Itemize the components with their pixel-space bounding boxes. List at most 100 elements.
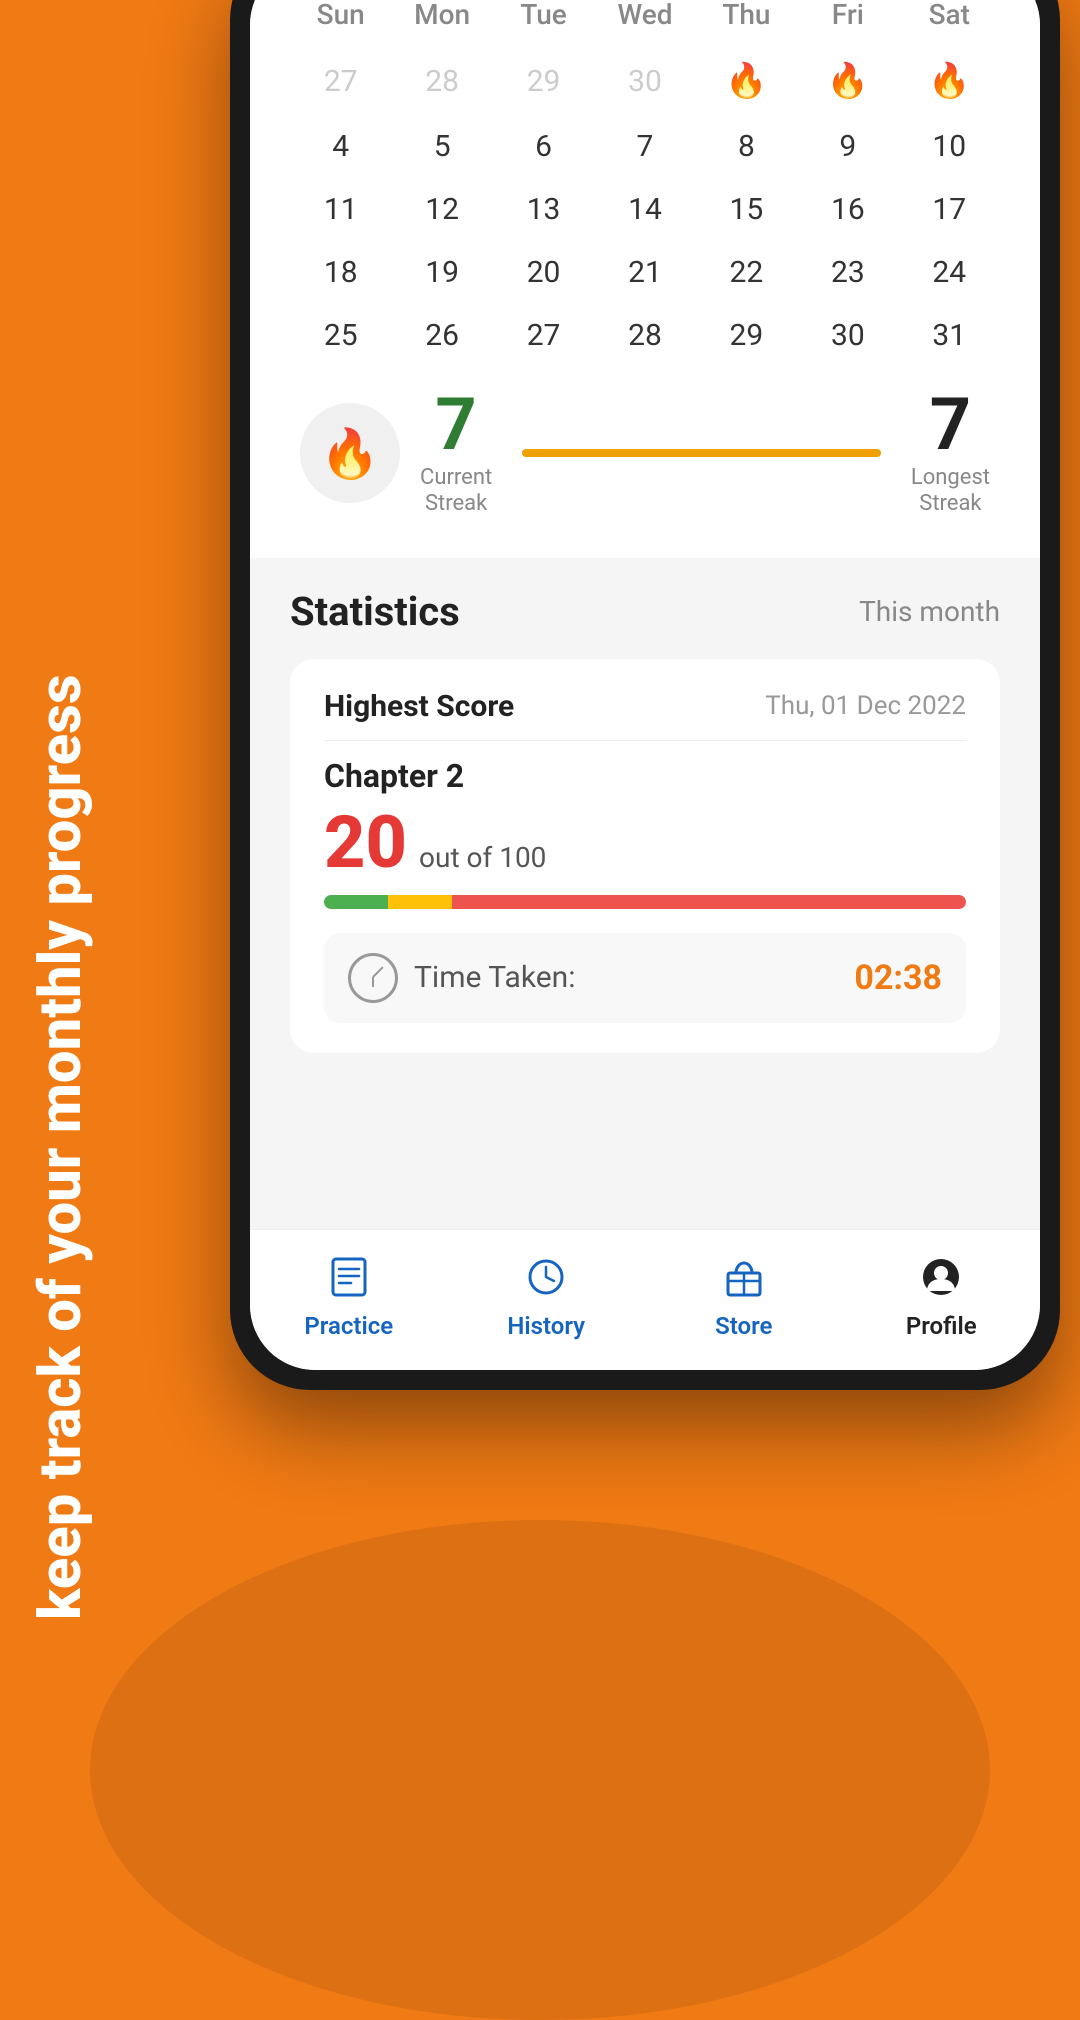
- cal-cell: 22: [696, 243, 797, 302]
- nav-label-store: Store: [715, 1312, 772, 1340]
- cal-cell: 29: [696, 306, 797, 365]
- nav-label-profile: Profile: [906, 1312, 977, 1340]
- cal-cell: 30: [797, 306, 898, 365]
- day-header-thu: Thu: [696, 0, 797, 39]
- cal-cell: 5: [391, 117, 492, 176]
- score-out-of: out of 100: [419, 841, 546, 874]
- stats-header: Statistics This month: [290, 588, 1000, 635]
- nav-label-history: History: [507, 1312, 585, 1340]
- time-taken-row: Time Taken: 02:38: [324, 933, 966, 1023]
- score-bar-red: [452, 895, 966, 909]
- calendar-row-4: 18 19 20 21 22 23 24: [290, 243, 1000, 302]
- phone-screen: Sun Mon Tue Wed Thu Fri Sat 27 28 29 30 …: [250, 0, 1040, 1370]
- cal-cell: 16: [797, 180, 898, 239]
- clock-icon: [348, 953, 398, 1003]
- score-big-number: 20: [324, 807, 407, 879]
- score-bar-yellow: [388, 895, 452, 909]
- day-header-fri: Fri: [797, 0, 898, 39]
- calendar-grid: Sun Mon Tue Wed Thu Fri Sat 27 28 29 30 …: [290, 0, 1000, 528]
- spacer: [250, 1083, 1040, 1229]
- cal-cell: 25: [290, 306, 391, 365]
- cal-cell: 31: [899, 306, 1000, 365]
- score-card-header: Highest Score Thu, 01 Dec 2022: [324, 689, 966, 741]
- profile-icon: [914, 1250, 968, 1304]
- day-header-sat: Sat: [899, 0, 1000, 39]
- time-taken-left: Time Taken:: [348, 953, 575, 1003]
- statistics-section: Statistics This month Highest Score Thu,…: [250, 558, 1040, 1083]
- cal-cell: 17: [899, 180, 1000, 239]
- bg-decoration: [0, 1320, 1080, 1920]
- streak-connector-line: [522, 451, 881, 455]
- fire-icon: 🔥: [827, 61, 869, 101]
- cal-cell: 28: [391, 49, 492, 113]
- cal-cell: 28: [594, 306, 695, 365]
- day-header-wed: Wed: [594, 0, 695, 39]
- day-header-sun: Sun: [290, 0, 391, 39]
- flame-circle: 🔥: [300, 403, 400, 503]
- practice-icon: [322, 1250, 376, 1304]
- bottom-navigation: Practice History: [250, 1229, 1040, 1370]
- score-bar-green: [324, 895, 388, 909]
- cal-cell-fire-sat: 🔥: [899, 49, 1000, 113]
- history-icon: [519, 1250, 573, 1304]
- cal-cell: 13: [493, 180, 594, 239]
- longest-streak-label: LongestStreak: [911, 465, 990, 518]
- calendar-row-3: 11 12 13 14 15 16 17: [290, 180, 1000, 239]
- stats-title: Statistics: [290, 588, 460, 635]
- nav-label-practice: Practice: [304, 1312, 393, 1340]
- longest-streak-number: 7: [911, 389, 990, 461]
- cal-cell: 27: [290, 49, 391, 113]
- calendar-header: Sun Mon Tue Wed Thu Fri Sat: [290, 0, 1000, 39]
- nav-item-profile[interactable]: Profile: [843, 1250, 1041, 1340]
- time-value: 02:38: [854, 958, 942, 998]
- highest-score-label: Highest Score: [324, 689, 514, 724]
- cal-cell-fire-fri: 🔥: [797, 49, 898, 113]
- nav-item-store[interactable]: Store: [645, 1250, 843, 1340]
- stats-filter: This month: [859, 595, 1000, 628]
- phone-frame: Sun Mon Tue Wed Thu Fri Sat 27 28 29 30 …: [230, 0, 1060, 1390]
- cal-cell: 9: [797, 117, 898, 176]
- cal-cell: 14: [594, 180, 695, 239]
- cal-cell: 7: [594, 117, 695, 176]
- time-taken-label: Time Taken:: [414, 960, 575, 995]
- calendar-row-5: 25 26 27 28 29 30 31: [290, 306, 1000, 365]
- cal-cell: 19: [391, 243, 492, 302]
- cal-cell: 21: [594, 243, 695, 302]
- cal-cell: 27: [493, 306, 594, 365]
- calendar-row-1: 27 28 29 30 🔥 🔥 🔥: [290, 49, 1000, 113]
- calendar-row-2: 4 5 6 7 8 9 10: [290, 117, 1000, 176]
- cal-cell: 23: [797, 243, 898, 302]
- current-streak-label: CurrentStreak: [420, 465, 492, 518]
- cal-cell: 24: [899, 243, 1000, 302]
- day-header-mon: Mon: [391, 0, 492, 39]
- cal-cell: 15: [696, 180, 797, 239]
- cal-cell: 4: [290, 117, 391, 176]
- fire-icon-main: 🔥: [320, 425, 380, 482]
- current-streak-stat: 7 CurrentStreak: [420, 389, 492, 518]
- store-icon: [717, 1250, 771, 1304]
- fire-icon: 🔥: [725, 61, 767, 101]
- score-value-row: 20 out of 100: [324, 807, 966, 879]
- score-progress-bar: [324, 895, 966, 909]
- fire-icon: 🔥: [928, 61, 970, 101]
- cal-cell: 29: [493, 49, 594, 113]
- cal-cell: 20: [493, 243, 594, 302]
- cal-cell: 12: [391, 180, 492, 239]
- chapter-label: Chapter 2: [324, 757, 966, 795]
- cal-cell: 10: [899, 117, 1000, 176]
- streak-row: 🔥 7 CurrentStreak 7 LongestStreak: [290, 369, 1000, 528]
- cal-cell-fire-thu: 🔥: [696, 49, 797, 113]
- cal-cell: 6: [493, 117, 594, 176]
- score-date: Thu, 01 Dec 2022: [765, 691, 966, 721]
- cal-cell: 11: [290, 180, 391, 239]
- side-text: keep track of your monthly progress: [30, 300, 94, 1620]
- nav-item-history[interactable]: History: [448, 1250, 646, 1340]
- longest-streak-stat: 7 LongestStreak: [911, 389, 990, 518]
- cal-cell: 18: [290, 243, 391, 302]
- day-header-tue: Tue: [493, 0, 594, 39]
- nav-item-practice[interactable]: Practice: [250, 1250, 448, 1340]
- score-card: Highest Score Thu, 01 Dec 2022 Chapter 2…: [290, 659, 1000, 1053]
- calendar-section: Sun Mon Tue Wed Thu Fri Sat 27 28 29 30 …: [250, 0, 1040, 558]
- cal-cell: 30: [594, 49, 695, 113]
- cal-cell: 26: [391, 306, 492, 365]
